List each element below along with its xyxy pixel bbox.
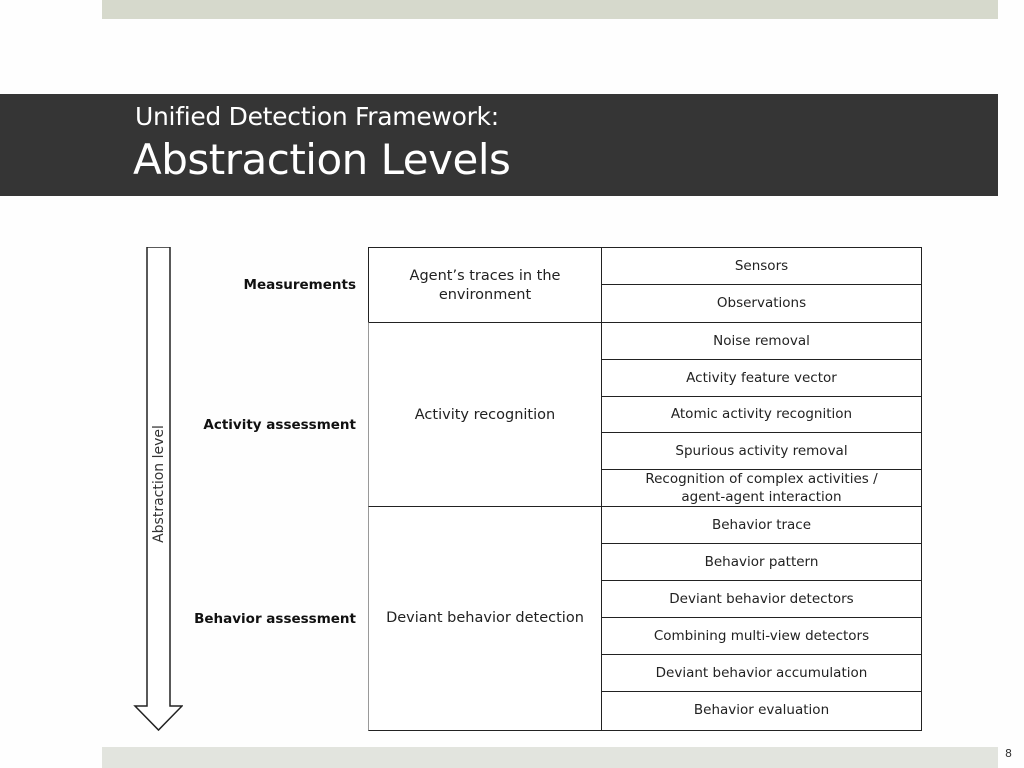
step-text: Recognition of complex activities / agen… xyxy=(645,470,878,505)
process-cell-activity: Activity recognition xyxy=(368,322,602,508)
process-text: Activity recognition xyxy=(414,406,556,423)
process-text: Deviant behavior detection xyxy=(386,610,584,627)
step-cell: Atomic activity recognition xyxy=(601,396,922,434)
process-text: Agent’s traces in the environment xyxy=(409,267,561,303)
level-label-measurements: Measurements xyxy=(243,277,356,293)
step-text: Behavior pattern xyxy=(704,553,819,570)
step-cell: Noise removal xyxy=(601,322,922,361)
bottom-decorative-band xyxy=(102,747,998,768)
step-cell: Spurious activity removal xyxy=(601,432,922,471)
step-text: Behavior trace xyxy=(711,516,812,533)
step-text: Sensors xyxy=(734,257,789,274)
step-text: Observations xyxy=(716,294,807,311)
step-text: Atomic activity recognition xyxy=(670,406,853,423)
step-cell: Observations xyxy=(601,284,922,323)
slide-title: Abstraction Levels xyxy=(133,135,511,184)
step-cell: Behavior trace xyxy=(601,506,922,545)
abstraction-level-label: Abstraction level xyxy=(151,425,167,543)
slide-subtitle: Unified Detection Framework: xyxy=(135,102,499,131)
step-text: Noise removal xyxy=(713,332,810,349)
step-cell: Activity feature vector xyxy=(601,359,922,398)
page-number: 8 xyxy=(1005,747,1012,760)
step-text: Deviant behavior accumulation xyxy=(655,664,868,681)
process-cell-measurements: Agent’s traces in the environment xyxy=(368,247,602,324)
level-label-behavior-assessment: Behavior assessment xyxy=(194,611,356,627)
step-cell: Deviant behavior detectors xyxy=(601,580,922,619)
level-label-activity-assessment: Activity assessment xyxy=(203,417,356,433)
step-cell: Sensors xyxy=(601,247,922,286)
step-cell: Deviant behavior accumulation xyxy=(601,654,922,693)
step-text: Spurious activity removal xyxy=(675,442,848,459)
top-decorative-band xyxy=(102,0,998,19)
step-cell: Behavior evaluation xyxy=(601,691,922,731)
step-cell: Recognition of complex activities / agen… xyxy=(601,469,922,508)
process-cell-behavior: Deviant behavior detection xyxy=(368,506,602,731)
step-text: Behavior evaluation xyxy=(693,702,830,719)
step-cell: Behavior pattern xyxy=(601,543,922,582)
step-text: Activity feature vector xyxy=(686,369,837,386)
step-cell: Combining multi-view detectors xyxy=(601,617,922,656)
step-text: Deviant behavior detectors xyxy=(669,590,854,607)
step-text: Combining multi-view detectors xyxy=(653,627,870,644)
